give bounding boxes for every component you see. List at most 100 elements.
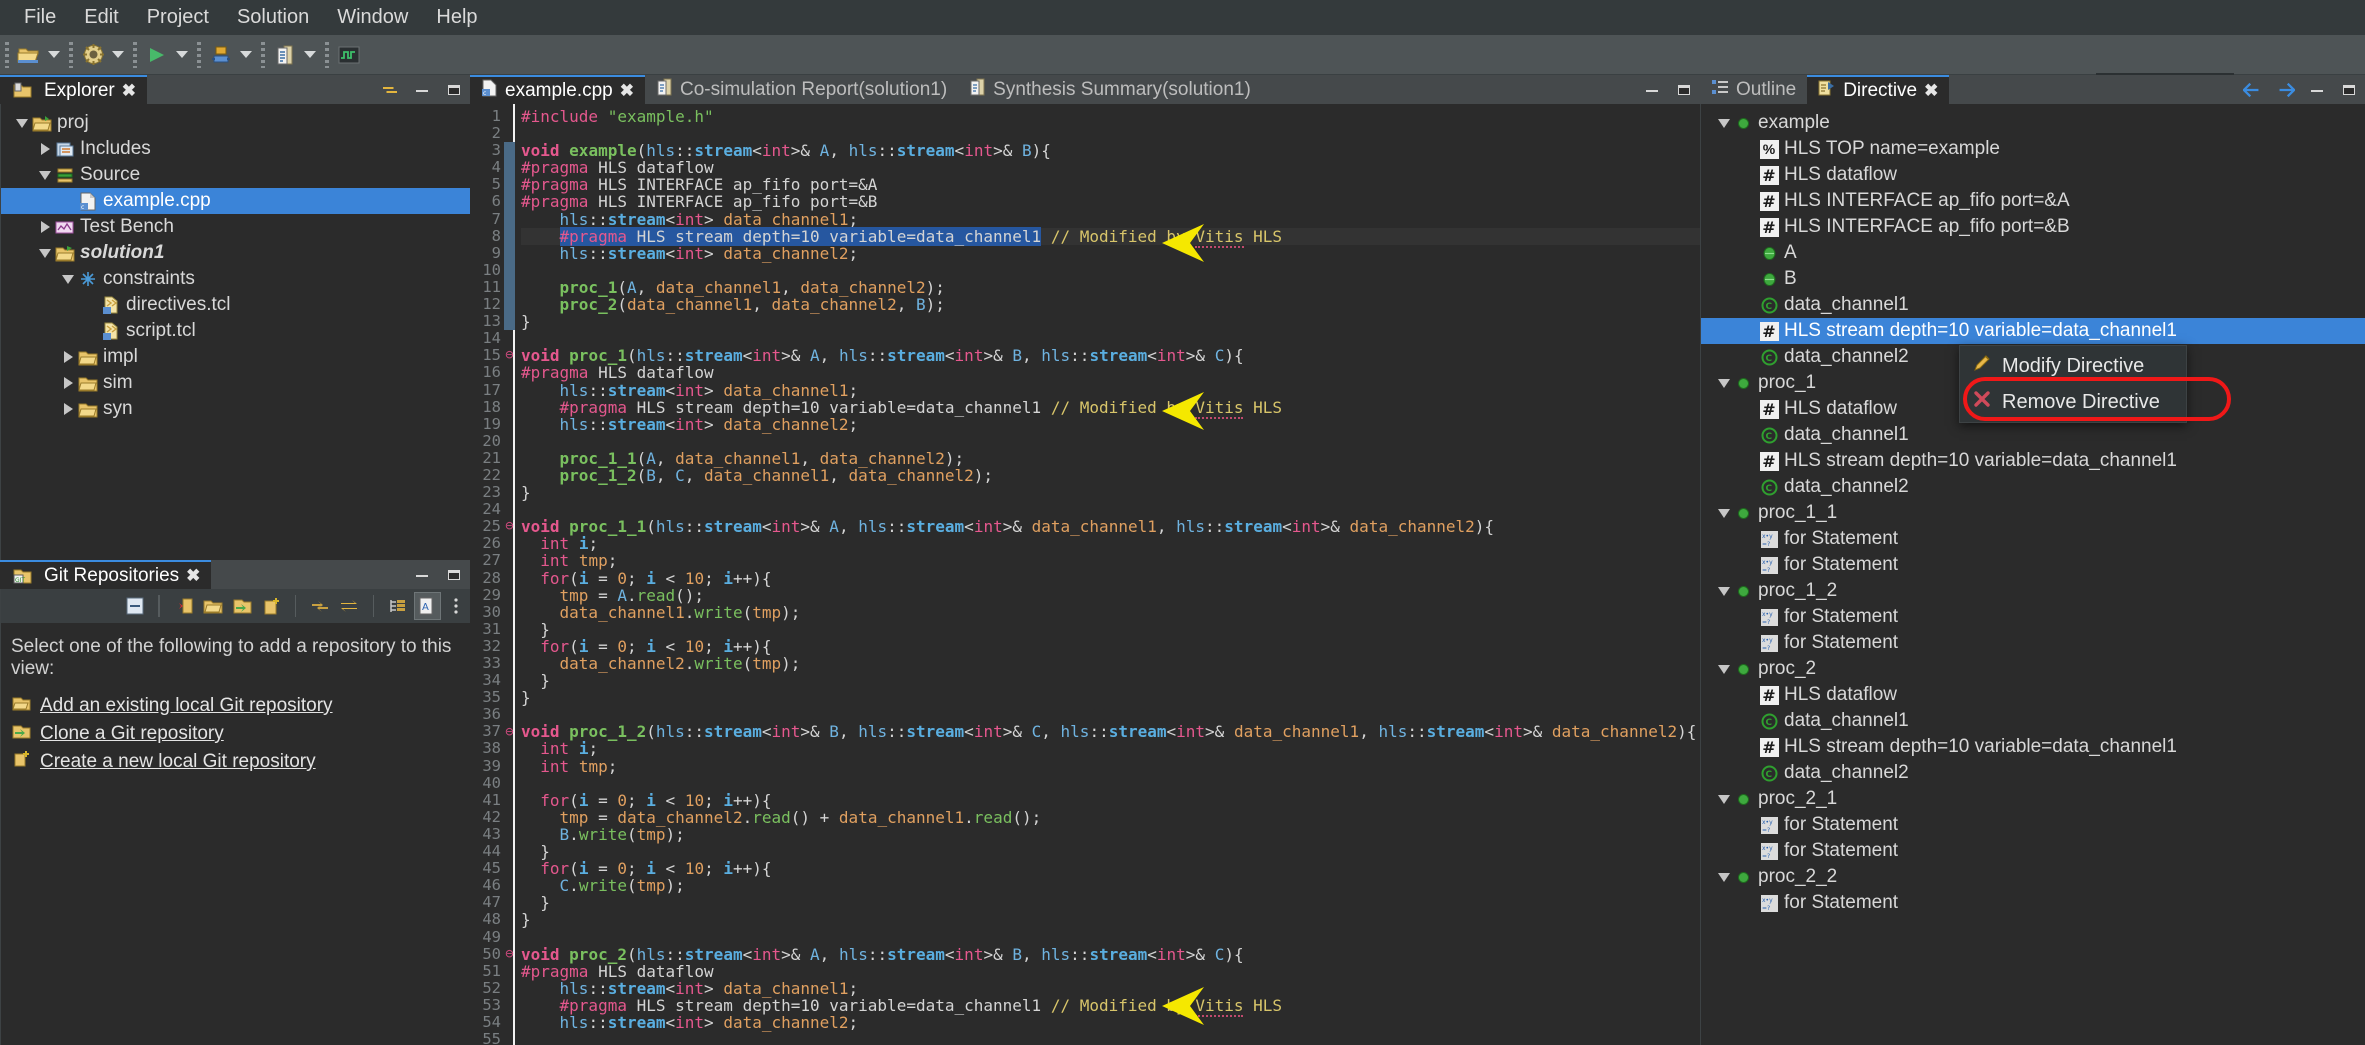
- context-menu-item-remove-directive[interactable]: Remove Directive: [1960, 384, 2186, 420]
- tab-git-repositories[interactable]: GIT Git Repositories ✖: [0, 560, 212, 589]
- code-line[interactable]: [521, 433, 1700, 450]
- explorer-item-script-tcl[interactable]: script.tcl: [1, 318, 470, 344]
- add-existing-repo-icon[interactable]: [170, 592, 197, 620]
- chevron-right-icon[interactable]: [59, 374, 77, 392]
- code-line[interactable]: }: [521, 621, 1700, 638]
- synchronize-icon[interactable]: [335, 592, 362, 620]
- code-line[interactable]: for(i = 0; i < 10; i++){: [521, 860, 1700, 877]
- code-line[interactable]: tmp = data_channel2.read() + data_channe…: [521, 809, 1700, 826]
- code-line[interactable]: hls::stream<int> data_channel2;: [521, 416, 1700, 433]
- debug-bug-icon[interactable]: [206, 40, 236, 70]
- code-line[interactable]: data_channel2.write(tmp);: [521, 655, 1700, 672]
- directive-item-a[interactable]: A: [1701, 240, 2365, 266]
- code-line[interactable]: }: [521, 689, 1700, 706]
- explorer-item-includes[interactable]: Includes: [1, 136, 470, 162]
- code-line[interactable]: [521, 929, 1700, 946]
- menu-item-window[interactable]: Window: [323, 3, 422, 32]
- code-line[interactable]: proc_1_1(A, data_channel1, data_channel2…: [521, 450, 1700, 467]
- maximize-icon[interactable]: [2339, 80, 2359, 100]
- close-icon[interactable]: ✖: [1924, 81, 1938, 101]
- git-action-row[interactable]: Clone a Git repository: [11, 720, 460, 748]
- minimize-icon[interactable]: [412, 565, 432, 585]
- code-line[interactable]: int tmp;: [521, 757, 1700, 774]
- report-dropdown-arrow[interactable]: [300, 40, 320, 70]
- code-line[interactable]: #pragma HLS INTERFACE ap_fifo port=&A: [521, 176, 1700, 193]
- directive-item-for-statement[interactable]: x•y =? for Statement: [1701, 630, 2365, 656]
- explorer-item-syn[interactable]: syn: [1, 396, 470, 422]
- code-line[interactable]: }: [521, 843, 1700, 860]
- directive-item-proc-2-1[interactable]: proc_2_1: [1701, 786, 2365, 812]
- directive-item-proc-1-2[interactable]: proc_1_2: [1701, 578, 2365, 604]
- maximize-icon[interactable]: [444, 80, 464, 100]
- directive-item-for-statement[interactable]: x•y =? for Statement: [1701, 604, 2365, 630]
- collapse-all-icon[interactable]: [121, 592, 148, 620]
- directive-item-b[interactable]: B: [1701, 266, 2365, 292]
- create-repo-icon[interactable]: [257, 592, 284, 620]
- hierarchy-layout-icon[interactable]: [384, 592, 411, 620]
- directive-item-hls-stream-depth-10-variable-data-channel1[interactable]: # HLS stream depth=10 variable=data_chann…: [1701, 734, 2365, 760]
- explorer-item-example-cpp[interactable]: c example.cpp: [1, 188, 470, 214]
- code-line[interactable]: for(i = 0; i < 10; i++){: [521, 569, 1700, 586]
- code-line[interactable]: B.write(tmp);: [521, 826, 1700, 843]
- minimize-icon[interactable]: [412, 80, 432, 100]
- settings-gear-icon[interactable]: [78, 40, 108, 70]
- chevron-down-icon[interactable]: [1715, 114, 1733, 132]
- run-play-icon[interactable]: [142, 40, 172, 70]
- open-folder-dropdown-arrow[interactable]: [44, 40, 64, 70]
- chevron-down-icon[interactable]: [36, 166, 54, 184]
- forward-arrow-icon[interactable]: [2275, 80, 2295, 100]
- code-line[interactable]: void proc_2(hls::stream<int>& A, hls::st…: [521, 945, 1700, 962]
- open-folder-icon[interactable]: [14, 40, 44, 70]
- explorer-item-proj[interactable]: proj: [1, 110, 470, 136]
- git-link[interactable]: Clone a Git repository: [40, 723, 224, 745]
- tab-co-simulation-report-solution1-[interactable]: Co-simulation Report(solution1): [644, 75, 959, 104]
- code-line[interactable]: void proc_1_2(hls::stream<int>& B, hls::…: [521, 723, 1700, 740]
- code-line[interactable]: }: [521, 894, 1700, 911]
- back-arrow-icon[interactable]: [2243, 80, 2263, 100]
- code-line[interactable]: #pragma HLS stream depth=10 variable=dat…: [521, 397, 1700, 419]
- directive-item-data-channel2[interactable]: Cdata_channel2: [1701, 474, 2365, 500]
- code-line[interactable]: [521, 706, 1700, 723]
- code-line[interactable]: [521, 1031, 1700, 1045]
- code-line[interactable]: #pragma HLS INTERFACE ap_fifo port=&B: [521, 193, 1700, 210]
- chevron-right-icon[interactable]: [36, 140, 54, 158]
- menu-item-solution[interactable]: Solution: [223, 3, 323, 32]
- directive-item-data-channel1[interactable]: Cdata_channel1: [1701, 292, 2365, 318]
- directive-item-proc-1-1[interactable]: proc_1_1: [1701, 500, 2365, 526]
- minimize-icon[interactable]: [1642, 80, 1662, 100]
- code-line[interactable]: void proc_1(hls::stream<int>& A, hls::st…: [521, 347, 1700, 364]
- chevron-down-icon[interactable]: [1715, 504, 1733, 522]
- chevron-right-icon[interactable]: [36, 218, 54, 236]
- code-line[interactable]: [521, 262, 1700, 279]
- code-line[interactable]: hls::stream<int> data_channel1;: [521, 381, 1700, 398]
- code-line[interactable]: }: [521, 313, 1700, 330]
- code-line[interactable]: }: [521, 484, 1700, 501]
- chevron-down-icon[interactable]: [1715, 790, 1733, 808]
- link-with-editor-icon[interactable]: [380, 80, 400, 100]
- fold-toggle-icon[interactable]: ⊖: [505, 347, 514, 364]
- code-line[interactable]: #include "example.h": [521, 108, 1700, 125]
- code-line[interactable]: #pragma HLS stream depth=10 variable=dat…: [521, 995, 1700, 1017]
- tab-synthesis-summary-solution1-[interactable]: Synthesis Summary(solution1): [958, 75, 1262, 104]
- chevron-right-icon[interactable]: [59, 348, 77, 366]
- run-dropdown-arrow[interactable]: [172, 40, 192, 70]
- chevron-down-icon[interactable]: [1715, 868, 1733, 886]
- tab-outline[interactable]: Outline: [1700, 75, 1808, 104]
- directive-item-hls-interface-ap-fifo-port--b[interactable]: # HLS INTERFACE ap_fifo port=&B: [1701, 214, 2365, 240]
- code-line[interactable]: data_channel1.write(tmp);: [521, 604, 1700, 621]
- code-line[interactable]: void proc_1_1(hls::stream<int>& A, hls::…: [521, 518, 1700, 535]
- code-line[interactable]: [521, 501, 1700, 518]
- code-line[interactable]: tmp = A.read();: [521, 587, 1700, 604]
- git-action-row[interactable]: Add an existing local Git repository: [11, 692, 460, 720]
- code-line[interactable]: #pragma HLS dataflow: [521, 963, 1700, 980]
- explorer-item-impl[interactable]: impl: [1, 344, 470, 370]
- explorer-item-solution1[interactable]: solution1: [1, 240, 470, 266]
- code-line[interactable]: int i;: [521, 740, 1700, 757]
- directive-item-for-statement[interactable]: x•y =? for Statement: [1701, 838, 2365, 864]
- chevron-down-icon[interactable]: [13, 114, 31, 132]
- tab-directive[interactable]: Directive ✖: [1807, 75, 1950, 104]
- explorer-item-sim[interactable]: sim: [1, 370, 470, 396]
- directive-item-hls-top-name-example[interactable]: % HLS TOP name=example: [1701, 136, 2365, 162]
- directive-item-data-channel1[interactable]: Cdata_channel1: [1701, 708, 2365, 734]
- code-line[interactable]: for(i = 0; i < 10; i++){: [521, 638, 1700, 655]
